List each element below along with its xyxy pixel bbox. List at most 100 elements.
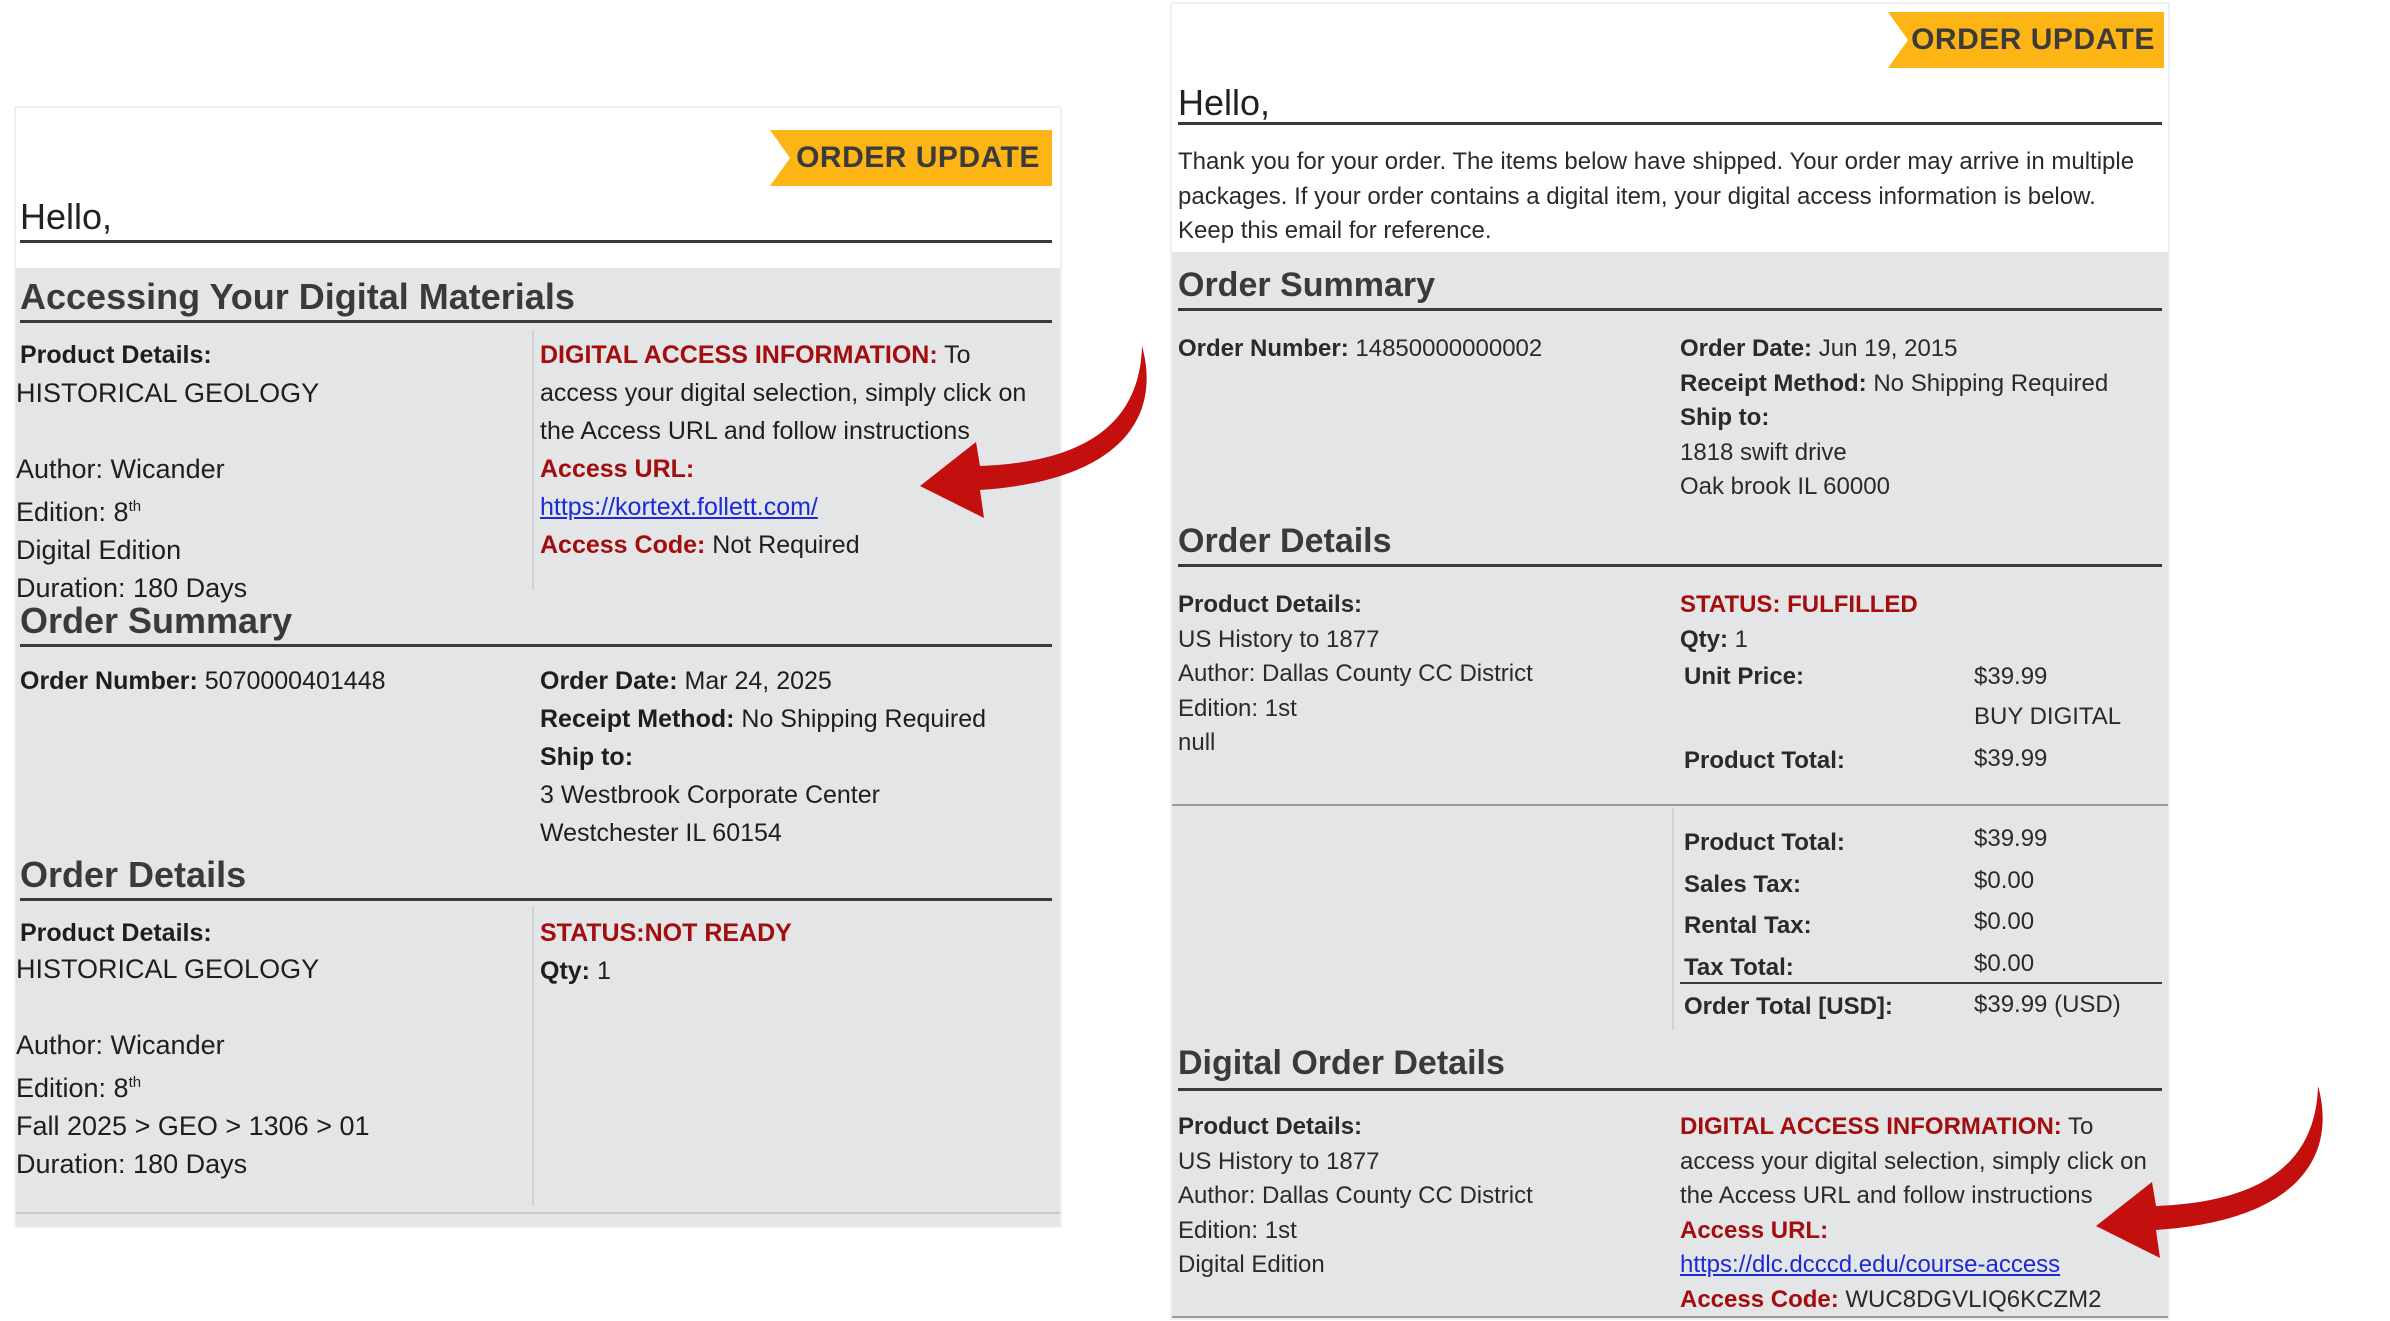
right-details-total: $39.99 [1974, 745, 2048, 772]
right-details-qty: 1 [1728, 625, 1749, 653]
left-order-details-rule [20, 898, 1052, 901]
left-details-status: STATUS:NOT READY [540, 919, 792, 947]
left-digital-section-title: Accessing Your Digital Materials [20, 276, 575, 317]
right-digital-product-name: US History to 1877 [1178, 1147, 1380, 1175]
left-access-code-label: Access Code: [540, 531, 706, 559]
left-access-url-link[interactable]: https://kortext.follett.com/ [540, 493, 818, 521]
right-totals-divider [1672, 808, 1674, 1030]
left-details-duration: Duration: 180 Days [16, 1149, 248, 1179]
left-digital-product-label: Product Details: [20, 341, 212, 369]
right-digital-access: DIGITAL ACCESS INFORMATION: To access yo… [1680, 1113, 2147, 1313]
right-access-info-label: DIGITAL ACCESS INFORMATION: [1680, 1113, 2062, 1140]
left-order-date: Mar 24, 2025 [677, 667, 832, 695]
left-digital-divider [532, 330, 534, 590]
right-banner-notch [1888, 12, 1908, 68]
right-order-details-title: Order Details [1178, 522, 1392, 560]
left-details-product-label: Product Details: [20, 919, 212, 947]
right-totals-tax-total: $0.00 [1974, 949, 2035, 977]
left-details-product-name: HISTORICAL GEOLOGY [16, 954, 320, 984]
left-order-update-banner: ORDER UPDATE [770, 130, 1052, 186]
right-order-date: Jun 19, 2015 [1812, 335, 1958, 362]
right-pointer-arrow-icon [2096, 1086, 2323, 1258]
left-details-qty: 1 [590, 957, 611, 985]
right-greeting: Hello, [1178, 82, 1271, 123]
right-totals-values: $39.99 $0.00 $0.00 $0.00 [1974, 818, 2047, 984]
right-details-status-block: STATUS: FULFILLED Qty: 1 [1680, 588, 1918, 657]
right-order-update-banner: ORDER UPDATE [1888, 12, 2164, 68]
right-totals-sales-tax-label: Sales Tax: [1684, 870, 1801, 898]
left-ship-to-line2: Westchester IL 60154 [540, 819, 782, 847]
left-receipt-method: No Shipping Required [734, 705, 987, 733]
right-access-url-link[interactable]: https://dlc.dcccd.edu/course-access [1680, 1251, 2060, 1278]
right-totals-tax-total-label: Tax Total: [1684, 953, 1794, 981]
right-details-product: Product Details: US History to 1877 Auth… [1178, 588, 1533, 761]
right-details-status: STATUS: FULFILLED [1680, 591, 1918, 618]
left-bottom-rule [16, 1212, 1060, 1214]
left-digital-product-info: HISTORICAL GEOLOGY Author: Wicander Edit… [16, 374, 319, 607]
left-banner-notch [770, 130, 790, 186]
right-access-code-label: Access Code: [1680, 1285, 1839, 1313]
left-greeting: Hello, [20, 196, 113, 237]
left-pointer-arrow-icon [920, 346, 1147, 518]
left-ship-to-line1: 3 Westbrook Corporate Center [540, 781, 880, 809]
left-order-summary-rule [20, 644, 1052, 647]
right-totals-product: $39.99 [1974, 825, 2048, 852]
right-order-summary-title: Order Summary [1178, 266, 1435, 304]
right-digital-format: Digital Edition [1178, 1251, 1325, 1278]
left-access-info-label: DIGITAL ACCESS INFORMATION: [540, 341, 938, 369]
left-details-divider [532, 906, 534, 1206]
right-totals-rental-tax: $0.00 [1974, 908, 2035, 935]
right-totals-labels: Product Total: Sales Tax: Rental Tax: Ta… [1684, 822, 1845, 988]
right-digital-author: Author: Dallas County CC District [1178, 1182, 1533, 1209]
left-digital-edition: Edition: 8th [16, 497, 142, 527]
left-order-number: Order Number: 5070000401448 [20, 667, 386, 695]
right-details-bottom-rule [1172, 804, 2168, 806]
right-receipt-method: No Shipping Required [1866, 369, 2109, 397]
left-details-status-block: STATUS:NOT READY Qty: 1 [540, 914, 792, 990]
right-details-extra: null [1178, 729, 1216, 756]
right-digital-product: Product Details: US History to 1877 Auth… [1178, 1110, 1533, 1283]
right-order-number: Order Number: 14850000000002 [1178, 335, 1543, 362]
right-totals-product-label: Product Total: [1684, 829, 1845, 856]
right-access-url-label: Access URL: [1680, 1216, 1829, 1244]
left-banner-label: ORDER UPDATE [796, 141, 1040, 174]
left-details-edition: Edition: 8th [16, 1073, 142, 1103]
right-digital-order-title: Digital Order Details [1178, 1044, 1505, 1082]
right-access-code-value: WUC8DGVLIQ6KCZM2 [1838, 1285, 2102, 1313]
left-order-summary-right: Order Date: Mar 24, 2025 Receipt Method:… [540, 662, 986, 852]
right-totals-rental-tax-label: Rental Tax: [1684, 912, 1812, 939]
right-order-summary-rule [1178, 308, 2162, 311]
right-details-product-name: US History to 1877 [1178, 625, 1380, 653]
right-order-summary-right: Order Date: Jun 19, 2015 Receipt Method:… [1680, 332, 2108, 505]
left-order-summary-title: Order Summary [20, 600, 293, 641]
right-ship-to-line2: Oak brook IL 60000 [1680, 473, 1890, 500]
right-unit-price: $39.99 [1974, 663, 2048, 690]
right-intro: Thank you for your order. The items belo… [1178, 148, 2135, 244]
right-ship-to-line1: 1818 swift drive [1680, 438, 1847, 466]
right-details-edition: Edition: 1st [1178, 694, 1297, 722]
right-details-author: Author: Dallas County CC District [1178, 660, 1533, 687]
right-bottom-rule [1172, 1316, 2168, 1318]
right-order-details-rule [1178, 564, 2162, 567]
right-banner-label: ORDER UPDATE [1911, 23, 2155, 56]
left-details-author: Author: Wicander [16, 1030, 225, 1060]
right-unit-price-label: Unit Price: [1684, 663, 1805, 690]
left-details-product-info: HISTORICAL GEOLOGY Author: Wicander Edit… [16, 950, 370, 1183]
right-unit-type: BUY DIGITAL [1974, 703, 2122, 730]
left-digital-author: Author: Wicander [16, 454, 225, 484]
right-greeting-rule [1178, 122, 2162, 125]
right-totals-sales-tax: $0.00 [1974, 866, 2035, 894]
left-greeting-rule [20, 240, 1052, 243]
right-order-total: $39.99 (USD) [1974, 991, 2121, 1018]
left-digital-product-name: HISTORICAL GEOLOGY [16, 378, 320, 408]
left-digital-product-block: Product Details: [20, 336, 212, 374]
left-digital-format: Digital Edition [16, 535, 182, 565]
right-order-total-label: Order Total [USD]: [1684, 993, 1893, 1020]
right-totals-rule [1680, 982, 2162, 984]
right-digital-order-rule [1178, 1088, 2162, 1091]
right-details-total-label: Product Total: [1684, 747, 1845, 774]
left-order-details-title: Order Details [20, 854, 247, 895]
left-details-section: Fall 2025 > GEO > 1306 > 01 [16, 1111, 370, 1141]
left-digital-section-rule [20, 320, 1052, 323]
right-digital-edition: Edition: 1st [1178, 1216, 1297, 1244]
